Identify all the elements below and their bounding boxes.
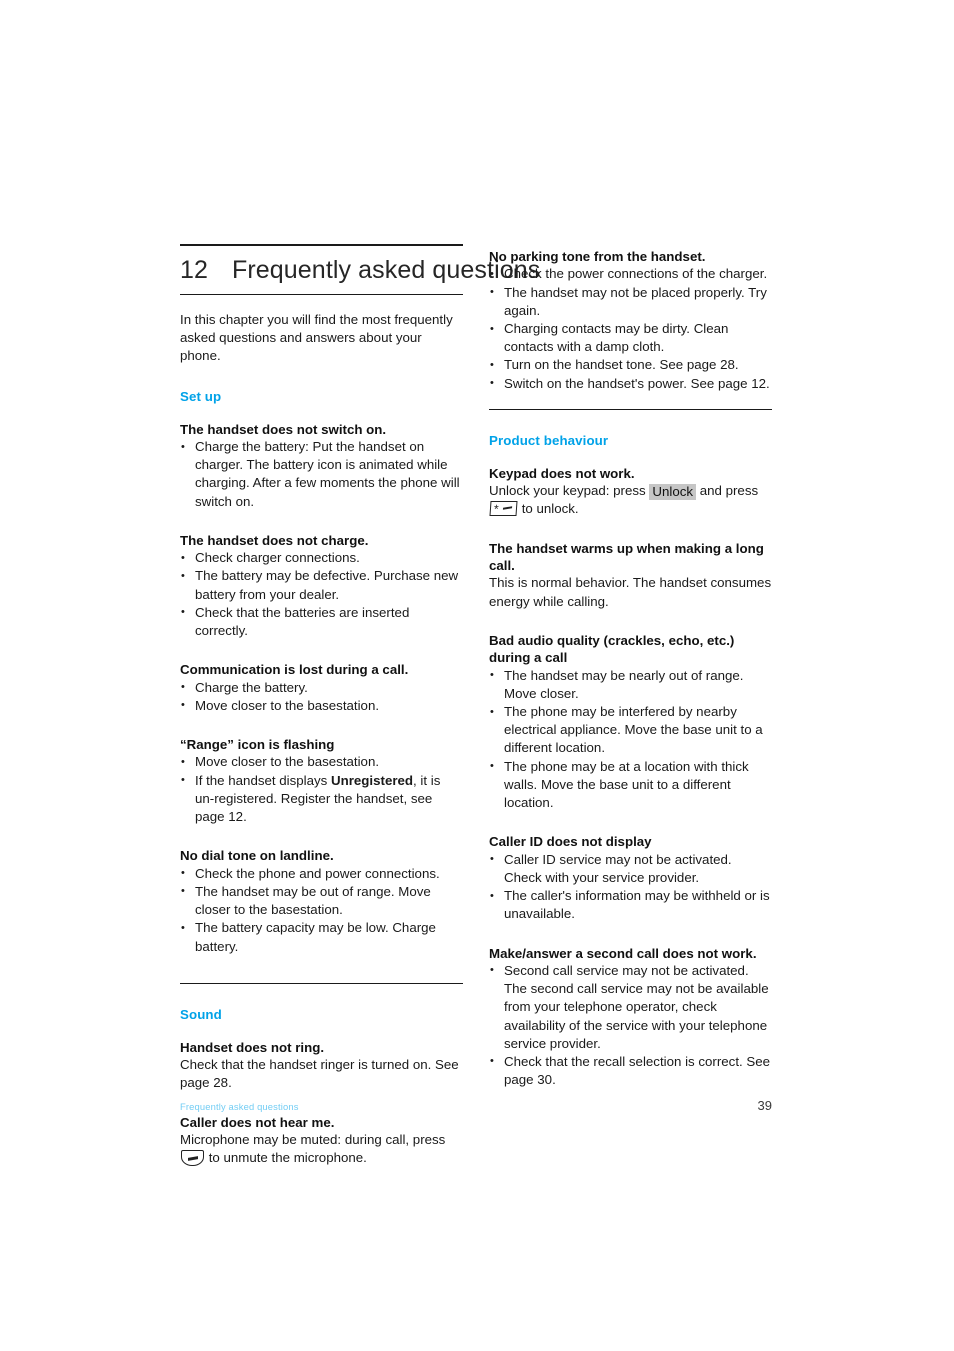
faq-question: The handset does not charge. [180,532,369,548]
faq-question: No parking tone from the handset. [489,249,706,264]
section-heading-sound: Sound [180,1006,222,1022]
chapter-rule-bottom [180,294,463,295]
list-item: Caller ID service may not be activated. … [489,850,772,887]
list-item: The caller's information may be withheld… [489,887,772,923]
page-title: 12 Frequently asked questions [180,246,540,294]
faq-question: Keypad does not work. [489,465,635,481]
left-column: 12 Frequently asked questions In this ch… [180,244,540,1167]
section-divider [180,982,463,984]
list-item: Check the phone and power connections. [180,864,463,883]
list-item: Charging contacts may be dirty. Clean co… [489,320,772,356]
list-item: The battery may be defective. Purchase n… [180,567,463,603]
faq-answer: Unlock your keypad: press Unlock and pre… [489,482,772,518]
mute-key-icon [181,1150,204,1167]
faq-answer: Check that the handset ringer is turned … [180,1057,459,1091]
document-page: 12 Frequently asked questions In this ch… [0,0,954,1351]
answer-text-part3: to unlock. [518,501,579,517]
section-heading-product-behaviour: Product behaviour [489,432,609,448]
faq-question: Caller ID does not display [489,834,652,850]
faq-bullet-list: Move closer to the basestation. If the h… [180,753,463,826]
bullet-text-bold: Unregistered [331,772,414,788]
faq-question: Caller does not hear me. [180,1114,335,1130]
list-item: The handset may be nearly out of range. … [489,666,772,703]
chapter-intro: In this chapter you will find the most f… [180,312,453,364]
faq-bullet-list: Second call service may not be activated… [489,961,772,1089]
answer-text-before-icon: Microphone may be muted: during call, pr… [180,1131,446,1147]
faq-question: Bad audio quality (crackles, echo, etc.)… [489,632,735,666]
list-item: The phone may be at a location with thic… [489,757,772,813]
answer-text-after-icon: to unmute the microphone. [205,1150,367,1166]
section-heading-set-up: Set up [180,388,222,404]
footer-chapter-label: Frequently asked questions [180,1101,299,1112]
faq-answer: This is normal behavior. The handset con… [489,575,772,609]
section-divider [489,408,772,410]
list-item: If the handset displays Unregistered, it… [180,771,463,827]
list-item: The battery capacity may be low. Charge … [180,919,463,955]
faq-question: Handset does not ring. [180,1039,325,1055]
two-column-body: 12 Frequently asked questions In this ch… [180,244,772,1167]
faq-bullet-list: The handset may be nearly out of range. … [489,666,772,813]
page-footer: Frequently asked questions 39 [180,1098,772,1113]
faq-question: The handset does not switch on. [180,421,387,437]
faq-question: The handset warms up when making a long … [489,540,764,574]
faq-question: Make/answer a second call does not work. [489,945,757,961]
chapter-number: 12 [180,256,209,284]
answer-text-part2: and press [696,483,759,499]
right-column: No parking tone from the handset. Check … [489,244,772,1167]
list-item: Check that the recall selection is corre… [489,1052,772,1089]
list-item: The phone may be interfered by nearby el… [489,703,772,758]
faq-bullet-list: Check the power connections of the charg… [489,265,772,393]
unlock-softkey-label: Unlock [649,484,697,501]
faq-bullet-list: Charge the battery. Move closer to the b… [180,678,463,715]
list-item: Charge the battery: Put the handset on c… [180,438,463,511]
list-item: Check charger connections. [180,549,463,568]
answer-text-part1: Unlock your keypad: press [489,483,650,499]
faq-question: “Range” icon is flashing [180,737,335,753]
faq-bullet-list: Check the phone and power connections. T… [180,864,463,956]
faq-answer: Microphone may be muted: during call, pr… [180,1131,463,1167]
list-item: The handset may be out of range. Move cl… [180,882,463,919]
star-key-icon: * [489,501,518,517]
list-item: The handset may not be placed properly. … [489,283,772,320]
list-item: Charge the battery. [180,678,463,697]
bullet-text-before: If the handset displays [195,772,332,788]
faq-question: No dial tone on landline. [180,848,334,864]
page-number: 39 [757,1098,772,1113]
list-item: Check the power connections of the charg… [489,265,772,284]
list-item: Move closer to the basestation. [180,753,463,772]
faq-bullet-list: Caller ID service may not be activated. … [489,850,772,924]
faq-bullet-list: Charge the battery: Put the handset on c… [180,438,463,511]
list-item: Check that the batteries are inserted co… [180,603,463,640]
faq-bullet-list: Check charger connections. The battery m… [180,549,463,640]
list-item: Second call service may not be activated… [489,961,772,1053]
list-item: Turn on the handset tone. See page 28. [489,356,772,375]
faq-question: Communication is lost during a call. [180,662,409,678]
list-item: Switch on the handset's power. See page … [489,374,772,393]
list-item: Move closer to the basestation. [180,696,463,715]
